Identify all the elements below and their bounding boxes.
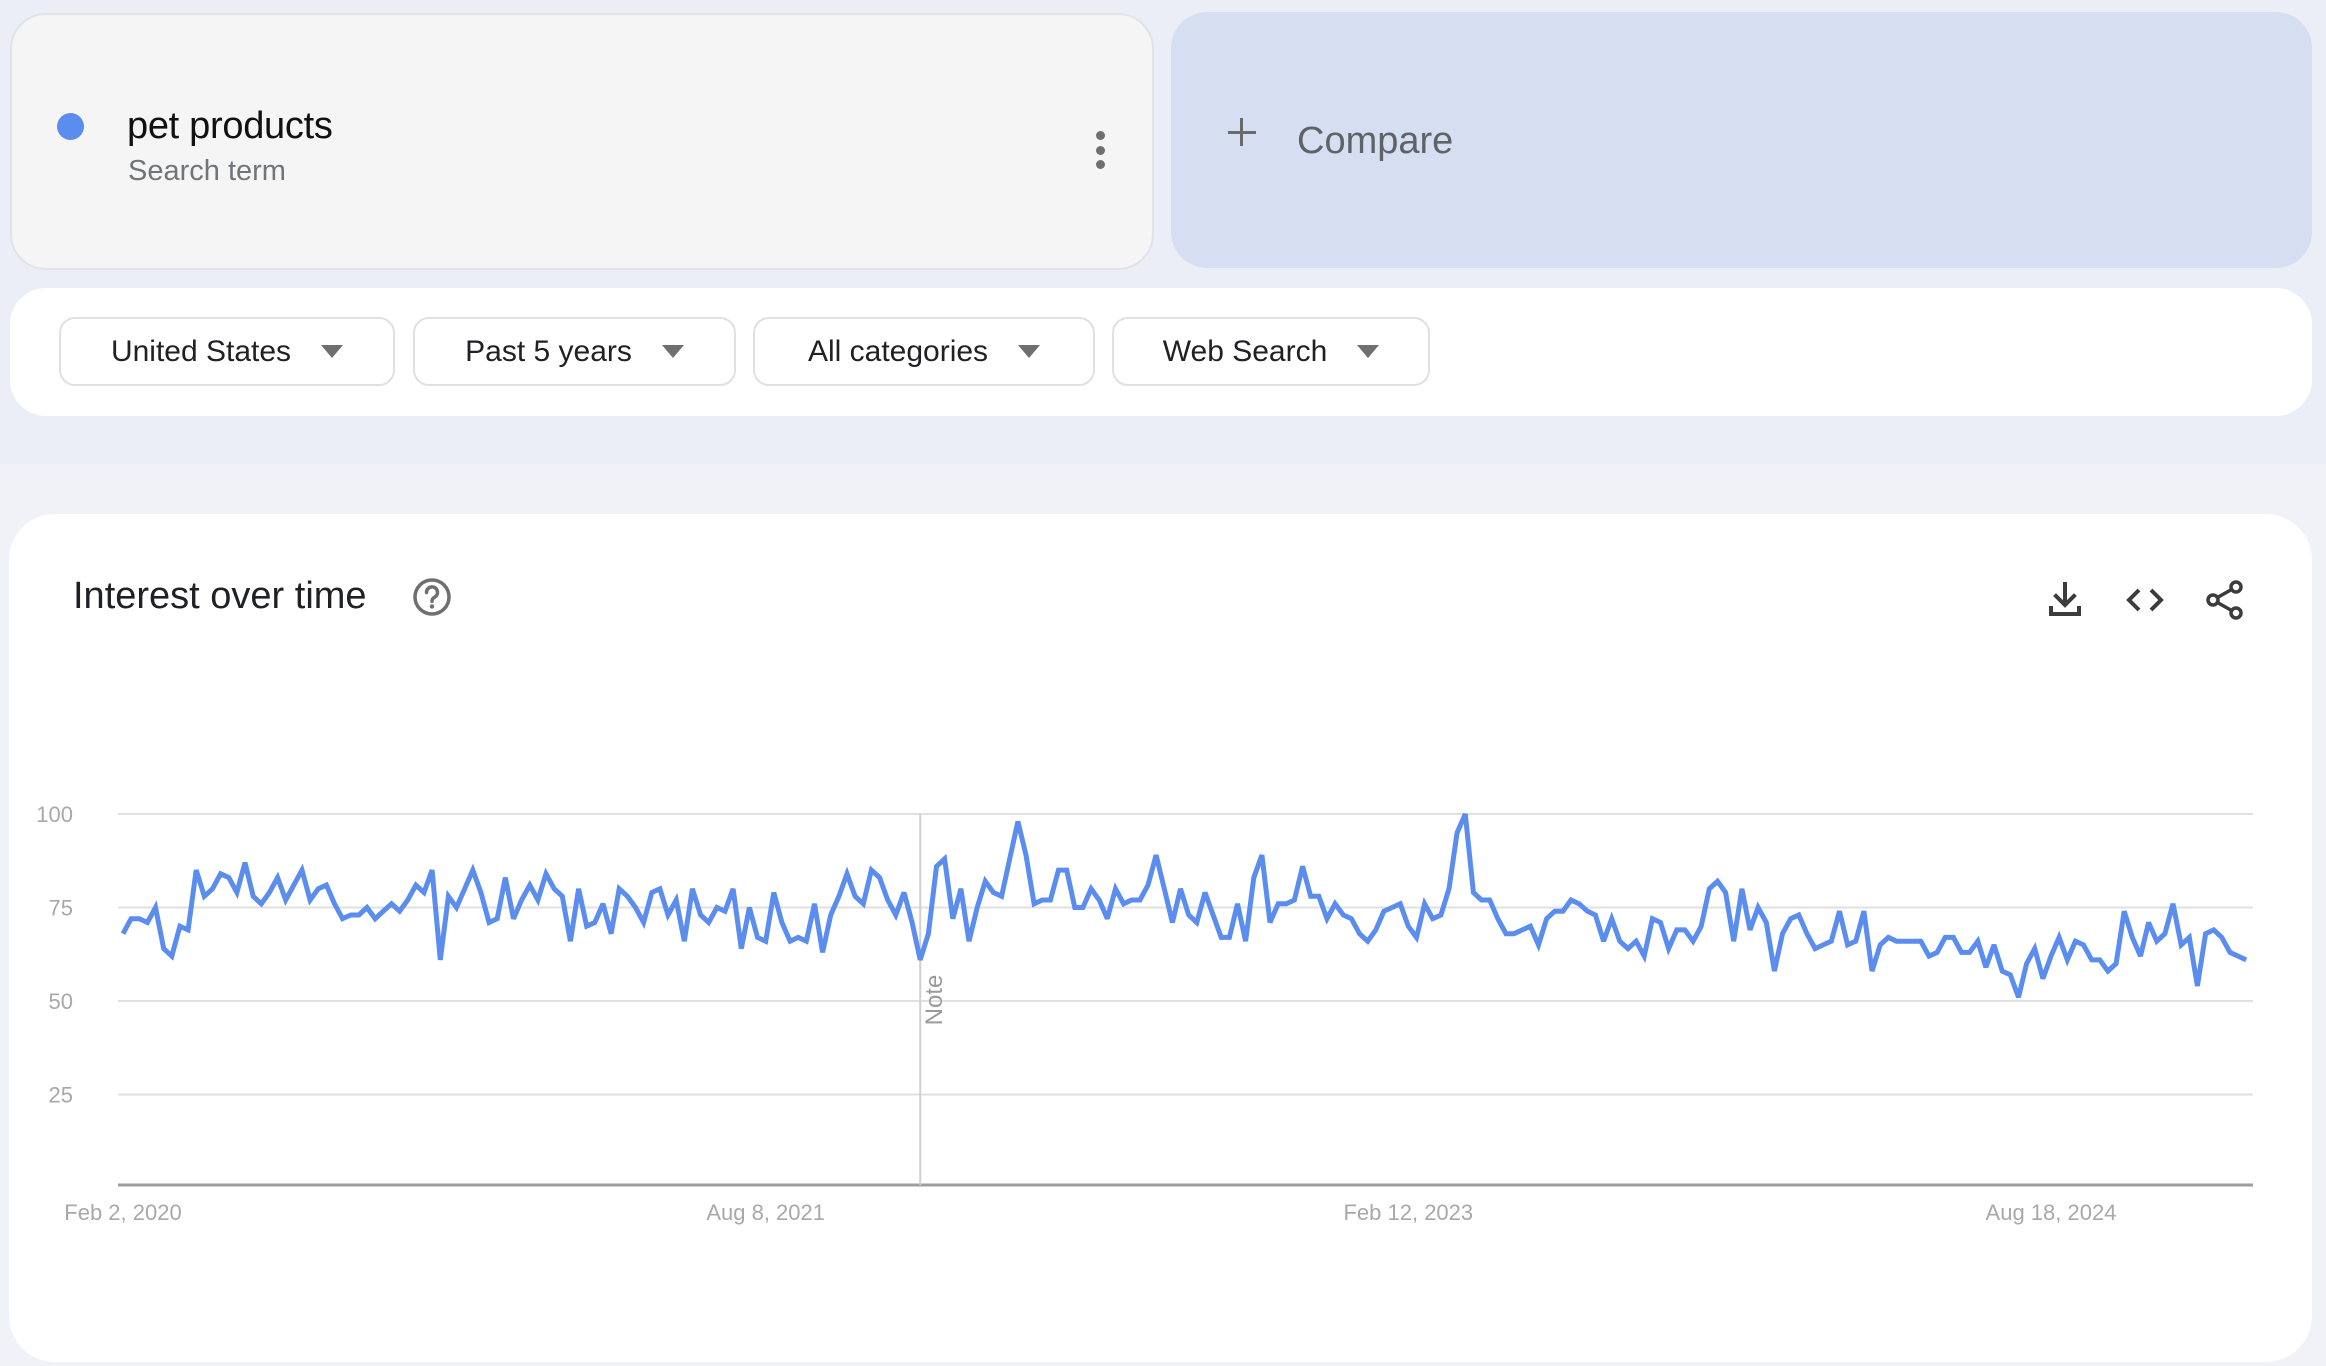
caret-down-icon bbox=[661, 345, 684, 358]
filter-time-range-label: Past 5 years bbox=[465, 334, 632, 368]
search-term-type: Search term bbox=[128, 155, 286, 187]
filter-region[interactable]: United States bbox=[59, 317, 395, 386]
interest-line-chart[interactable]: 25 50 75 100 Feb 2, 2020 Aug 8, 2021 Feb 12, … bbox=[9, 514, 2312, 1362]
filter-category-label: All categories bbox=[807, 334, 989, 368]
filter-search-type-label: Web Search bbox=[1162, 334, 1328, 368]
filter-category[interactable]: All categories bbox=[753, 317, 1095, 386]
series-line-pet-products bbox=[120, 812, 2248, 999]
y-tick-label: 75 bbox=[49, 896, 73, 921]
caret-down-icon bbox=[321, 345, 344, 358]
x-tick-label: Feb 12, 2023 bbox=[1343, 1200, 1473, 1225]
note-label: Note bbox=[921, 975, 948, 1026]
filter-region-label: United States bbox=[110, 334, 292, 368]
caret-down-icon bbox=[1357, 345, 1380, 358]
compare-button[interactable]: Compare bbox=[1171, 12, 2312, 268]
filter-time-range[interactable]: Past 5 years bbox=[413, 317, 736, 386]
filter-bar: United States Past 5 years All categorie… bbox=[10, 288, 2312, 416]
search-term-name[interactable]: pet products bbox=[127, 107, 333, 145]
series-color-dot bbox=[57, 113, 84, 140]
x-tick-label: Feb 2, 2020 bbox=[64, 1200, 181, 1225]
interest-over-time-card: Interest over time 25 50 75 100 Feb 2, 2020… bbox=[9, 514, 2312, 1362]
filter-search-type[interactable]: Web Search bbox=[1112, 317, 1430, 386]
caret-down-icon bbox=[1018, 345, 1041, 358]
search-term-card[interactable]: pet products Search term bbox=[10, 13, 1154, 270]
y-tick-label: 100 bbox=[36, 802, 73, 827]
more-vert-icon[interactable] bbox=[1085, 127, 1115, 173]
x-tick-label: Aug 18, 2024 bbox=[1986, 1200, 2117, 1225]
plus-icon bbox=[1226, 116, 1258, 148]
compare-label: Compare bbox=[1297, 120, 1454, 162]
y-tick-label: 50 bbox=[49, 989, 73, 1014]
y-tick-label: 25 bbox=[49, 1083, 73, 1108]
x-tick-label: Aug 8, 2021 bbox=[706, 1200, 825, 1225]
